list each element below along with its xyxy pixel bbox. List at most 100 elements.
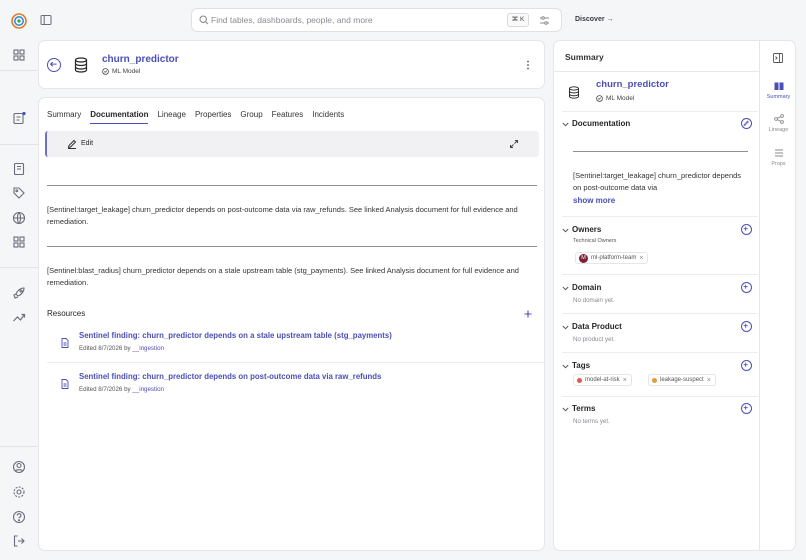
database-icon: [74, 57, 88, 73]
empty-product-text: No product yet.: [573, 336, 615, 343]
chevron-down-icon[interactable]: [562, 325, 569, 330]
search-input[interactable]: [211, 12, 491, 28]
summary-panel-title: Summary: [565, 52, 604, 62]
plus-icon: [743, 226, 748, 231]
logout-icon[interactable]: [12, 534, 26, 548]
right-nav-properties[interactable]: Props: [762, 148, 795, 167]
tag-chip[interactable]: leakage-suspect ×: [648, 374, 716, 386]
empty-domain-text: No domain yet.: [573, 297, 615, 304]
lineage-icon: [773, 114, 784, 124]
entity-name[interactable]: churn_predictor: [102, 54, 179, 65]
chevron-down-icon[interactable]: [562, 407, 569, 412]
entity-type: ML Model: [102, 68, 140, 75]
more-options-icon[interactable]: [524, 60, 532, 70]
summary-entity-name[interactable]: churn_predictor: [596, 79, 669, 90]
remove-tag-icon[interactable]: ×: [707, 377, 711, 384]
database-icon: [569, 86, 579, 99]
plus-icon: [743, 323, 748, 328]
owner-name[interactable]: ml-platform-team: [591, 255, 636, 261]
section-title: Owners: [572, 225, 602, 234]
expand-icon[interactable]: [509, 139, 519, 149]
back-button[interactable]: [47, 58, 61, 72]
analytics-trend-icon[interactable]: [12, 310, 26, 324]
global-search-bar[interactable]: ⌘ K: [191, 8, 562, 32]
chevron-down-icon[interactable]: [562, 286, 569, 291]
doc-divider: [47, 246, 537, 247]
right-nav-label: Summary: [766, 94, 791, 100]
chevron-down-icon[interactable]: [562, 228, 569, 233]
add-term-button[interactable]: [741, 403, 752, 414]
tab-features[interactable]: Features: [272, 110, 304, 124]
show-more-link[interactable]: show more: [573, 196, 615, 205]
resource-divider: [47, 362, 545, 363]
doc-paragraph: [Sentinel:blast_radius] churn_predictor …: [47, 266, 519, 287]
add-resource-icon[interactable]: [524, 310, 532, 318]
edit-documentation-button[interactable]: [741, 118, 752, 129]
tag-icon[interactable]: [12, 186, 26, 200]
remove-tag-icon[interactable]: ×: [623, 377, 627, 384]
add-owner-button[interactable]: [741, 224, 752, 235]
discover-link[interactable]: Discover →: [575, 16, 614, 23]
owner-avatar: M: [579, 253, 588, 263]
resource-editor-link[interactable]: __ingestion: [132, 386, 164, 393]
right-nav-summary[interactable]: Summary: [762, 81, 795, 100]
tab-lineage[interactable]: Lineage: [157, 110, 185, 124]
technical-owners-label: Technical Owners: [573, 238, 617, 244]
collapse-panel-icon[interactable]: [773, 53, 783, 63]
document-icon: [61, 338, 69, 348]
tab-properties[interactable]: Properties: [195, 110, 231, 124]
tab-incidents[interactable]: Incidents: [312, 110, 344, 124]
tab-summary[interactable]: Summary: [47, 110, 81, 124]
arrow-left-icon: [49, 61, 57, 67]
entity-header-card: churn_predictor ML Model: [38, 40, 545, 89]
summary-entity-type: ML Model: [596, 95, 634, 102]
tasks-notification-icon[interactable]: [12, 111, 26, 125]
apps-grid-icon[interactable]: [12, 48, 26, 62]
edit-pencil-icon: [743, 120, 749, 127]
edit-button[interactable]: Edit: [81, 140, 93, 147]
entity-tabs: Summary Documentation Lineage Properties…: [47, 110, 344, 124]
left-nav-rail: [0, 0, 38, 560]
resource-edited: Edited 8/7/2026 by: [79, 345, 131, 352]
tag-chip[interactable]: model-at-risk ×: [573, 374, 632, 386]
documentation-edit-bar: Edit: [45, 131, 539, 157]
chevron-down-icon[interactable]: [562, 122, 569, 127]
doc-paragraph: [Sentinel:target_leakage] churn_predicto…: [47, 205, 518, 226]
resource-title-link[interactable]: Sentinel finding: churn_predictor depend…: [79, 331, 392, 340]
tag-label[interactable]: leakage-suspect: [660, 377, 704, 383]
plus-icon: [743, 284, 748, 289]
section-title: Documentation: [572, 119, 631, 128]
sidebar-toggle-icon[interactable]: [40, 14, 52, 26]
summary-documentation-text: [Sentinel:target_leakage] churn_predicto…: [573, 171, 742, 192]
right-nav-lineage[interactable]: Lineage: [762, 114, 795, 133]
tab-group[interactable]: Group: [240, 110, 262, 124]
tab-documentation[interactable]: Documentation: [90, 110, 149, 124]
section-title: Tags: [572, 361, 591, 370]
datahub-logo-icon[interactable]: [11, 13, 27, 29]
help-icon[interactable]: [12, 510, 26, 524]
globe-icon[interactable]: [12, 211, 26, 225]
section-title: Terms: [572, 404, 596, 413]
user-profile-icon[interactable]: [12, 460, 26, 474]
resource-editor-link[interactable]: __ingestion: [132, 345, 164, 352]
add-domain-button[interactable]: [741, 282, 752, 293]
chevron-down-icon[interactable]: [562, 364, 569, 369]
summary-icon: [774, 82, 783, 90]
add-data-product-button[interactable]: [741, 321, 752, 332]
search-filters-icon[interactable]: [539, 15, 550, 26]
data-products-icon[interactable]: [12, 235, 26, 249]
glossary-icon[interactable]: [12, 162, 26, 176]
plus-icon: [743, 362, 748, 367]
tag-color-dot: [577, 377, 582, 383]
section-title: Domain: [572, 283, 602, 292]
settings-gear-icon[interactable]: [12, 485, 26, 499]
resource-item[interactable]: Sentinel finding: churn_predictor depend…: [39, 369, 545, 409]
add-tag-button[interactable]: [741, 360, 752, 371]
resource-title-link[interactable]: Sentinel finding: churn_predictor depend…: [79, 372, 381, 381]
edit-pencil-icon[interactable]: [67, 139, 77, 149]
rocket-icon[interactable]: [12, 286, 26, 300]
remove-owner-icon[interactable]: ×: [639, 255, 643, 262]
entity-content-card: Summary Documentation Lineage Properties…: [38, 97, 545, 551]
tag-label[interactable]: model-at-risk: [585, 377, 620, 383]
owner-chip[interactable]: M ml-platform-team ×: [575, 252, 649, 264]
